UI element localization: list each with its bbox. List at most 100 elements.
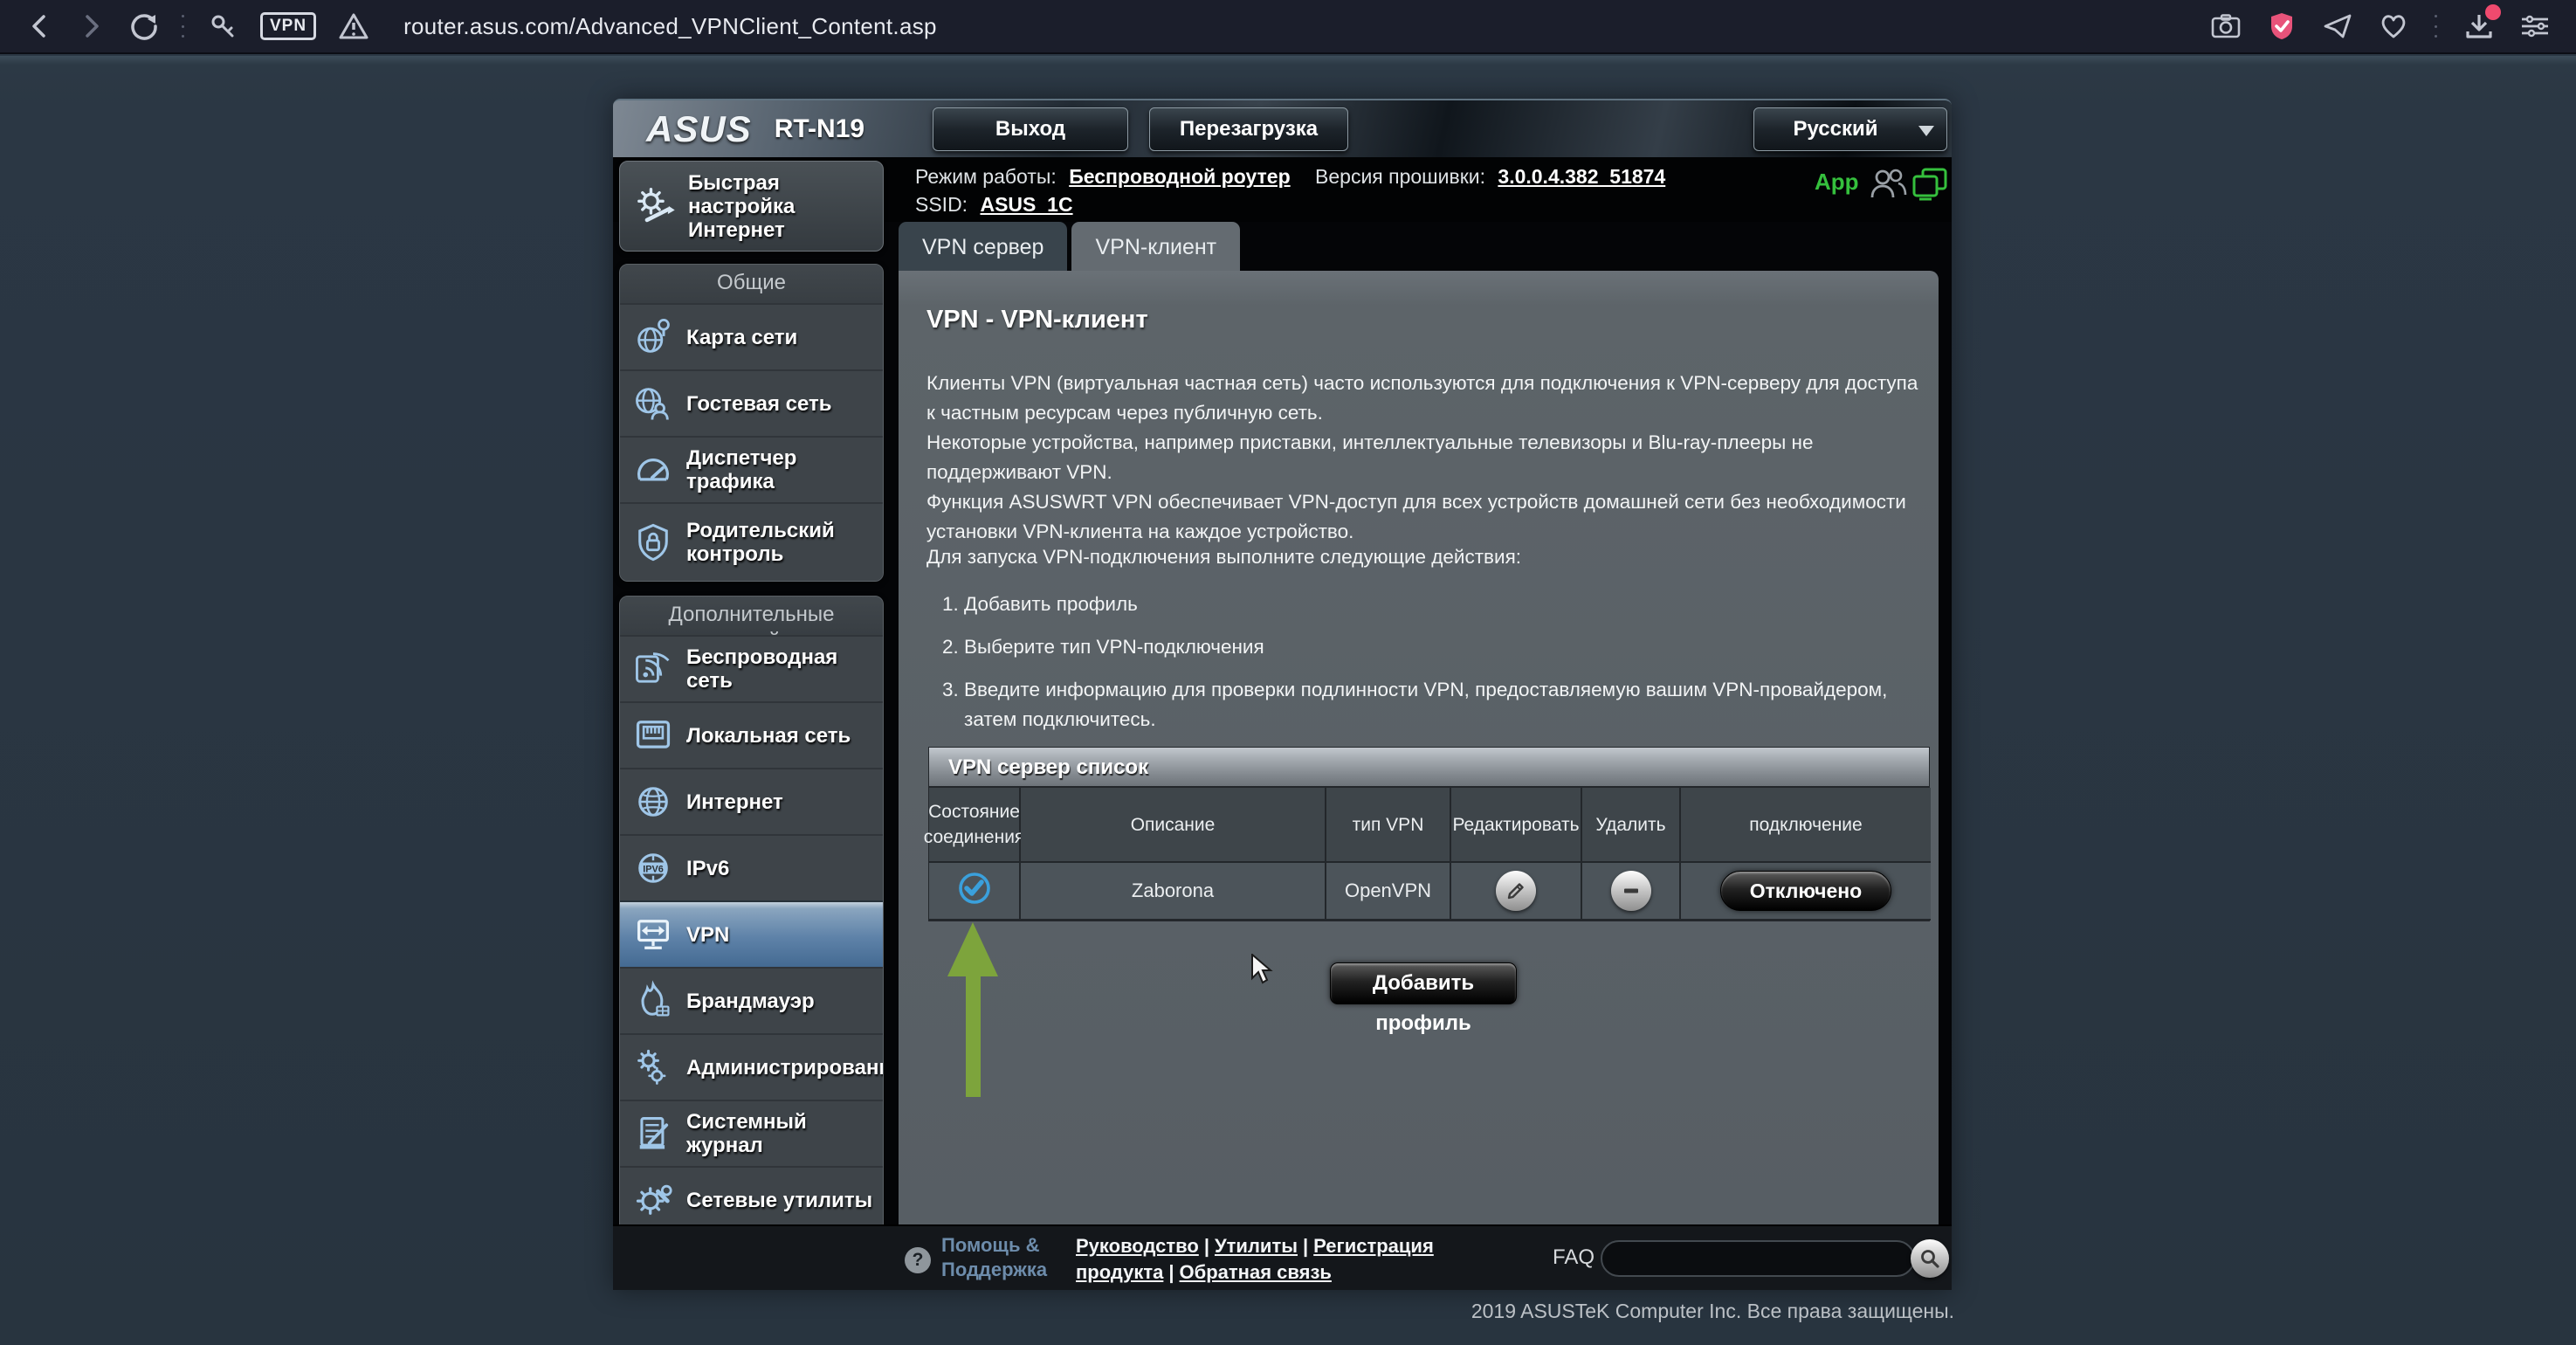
edit-button[interactable]	[1496, 871, 1536, 911]
sidebar-item-network-map[interactable]: Карта сети	[620, 303, 883, 369]
sidebar-item-label: Интернет	[686, 790, 783, 814]
add-profile-button[interactable]: Добавить профиль	[1330, 962, 1517, 1004]
delete-button[interactable]	[1611, 871, 1651, 911]
description-cell: Zaborona	[1021, 863, 1326, 921]
link-separator: |	[1168, 1261, 1174, 1283]
lan-icon	[630, 714, 676, 756]
sidebar-item-label: Быстрая настройка Интернет	[688, 171, 874, 242]
sidebar-section-advanced: Дополнительные настройки Беспроводная се…	[619, 596, 884, 1233]
vpn-tabs: VPN сервер VPN-клиент	[899, 222, 1240, 271]
sidebar-item-network-tools[interactable]: Сетевые утилиты	[620, 1166, 883, 1232]
sidebar-item-vpn[interactable]: VPN	[620, 900, 883, 967]
sidebar-item-label: VPN	[686, 923, 729, 947]
step-item: Добавить профиль	[964, 590, 1916, 619]
link-separator: |	[1303, 1235, 1308, 1257]
description-text: Клиенты VPN (виртуальная частная сеть) ч…	[926, 369, 1922, 547]
logout-button[interactable]: Выход	[933, 107, 1128, 151]
annotation-arrow-shaft	[966, 975, 981, 1097]
table-row: Zaborona OpenVPN	[929, 863, 1929, 921]
sidebar-item-ipv6[interactable]: IPV6 IPv6	[620, 834, 883, 900]
language-value: Русский	[1794, 117, 1878, 141]
chevron-down-icon	[1918, 126, 1934, 136]
site-key-icon[interactable]	[208, 11, 238, 41]
address-bar-url[interactable]: router.asus.com/Advanced_VPNClient_Conte…	[403, 13, 937, 40]
connection-toggle-button[interactable]: Отключено	[1720, 871, 1891, 911]
sidebar-item-label: Системный журнал	[686, 1110, 876, 1157]
sidebar-item-lan[interactable]: Локальная сеть	[620, 701, 883, 768]
annotation-arrow-icon	[947, 922, 998, 976]
sidebar-item-parental-control[interactable]: Родительский контроль	[620, 502, 883, 581]
sidebar-item-guest-network[interactable]: Гостевая сеть	[620, 369, 883, 436]
insecure-warning-icon[interactable]	[339, 11, 368, 41]
tab-vpn-server[interactable]: VPN сервер	[899, 222, 1067, 271]
back-icon[interactable]	[24, 11, 54, 41]
column-header-description: Описание	[1021, 788, 1326, 863]
sidebar-item-label: Карта сети	[686, 326, 797, 349]
sidebar-item-label: Беспроводная сеть	[686, 645, 876, 693]
sidebar-item-label: IPv6	[686, 857, 729, 880]
column-header-type: тип VPN	[1326, 788, 1451, 863]
faq-search-button[interactable]	[1911, 1239, 1949, 1278]
vpn-type-cell: OpenVPN	[1326, 863, 1451, 921]
language-select[interactable]: Русский	[1753, 107, 1947, 151]
guest-network-icon	[630, 383, 676, 424]
firmware-label: Версия прошивки:	[1315, 165, 1485, 188]
toolbar-divider	[182, 15, 185, 38]
link-utilities[interactable]: Утилиты	[1215, 1235, 1298, 1257]
vpn-server-list-table: VPN сервер список Состояние соединения О…	[928, 747, 1930, 921]
browser-toolbar: VPN router.asus.com/Advanced_VPNClient_C…	[0, 0, 2576, 54]
link-manual[interactable]: Руководство	[1076, 1235, 1199, 1257]
router-footer: ? Помощь & Поддержка Руководство|Утилиты…	[613, 1224, 1952, 1290]
clients-icon[interactable]	[1869, 166, 1909, 206]
firmware-value-link[interactable]: 3.0.0.4.382_51874	[1498, 165, 1665, 188]
vpn-icon	[630, 914, 676, 955]
page-background: ASUS RT-N19 Выход Перезагрузка Русский Р…	[0, 56, 2576, 1345]
sidebar-item-label: Диспетчер трафика	[686, 446, 876, 493]
downloads-icon[interactable]	[2464, 11, 2494, 41]
help-support-link[interactable]: Помощь & Поддержка	[941, 1233, 1047, 1282]
sidebar-item-internet[interactable]: Интернет	[620, 768, 883, 834]
toolbar-divider	[2435, 15, 2438, 38]
step-item: Введите информацию для проверки подлинно…	[964, 675, 1916, 735]
router-model: RT-N19	[775, 114, 864, 144]
mode-value-link[interactable]: Беспроводной роутер	[1069, 165, 1290, 188]
sidebar-item-system-log[interactable]: Системный журнал	[620, 1100, 883, 1166]
faq-search-input[interactable]	[1601, 1240, 1915, 1277]
app-link[interactable]: App	[1815, 169, 1859, 196]
column-header-delete: Удалить	[1582, 788, 1681, 863]
ssid-value-link[interactable]: ASUS_1C	[980, 193, 1072, 216]
delete-cell	[1582, 863, 1681, 921]
page-title: VPN - VPN-клиент	[926, 306, 1148, 335]
protect-shield-icon[interactable]	[2267, 11, 2297, 41]
sidebar-item-label: Локальная сеть	[686, 724, 851, 748]
sidebar-item-traffic-manager[interactable]: Диспетчер трафика	[620, 436, 883, 502]
sidebar-item-administration[interactable]: Администрирование	[620, 1033, 883, 1100]
table-title: VPN сервер список	[929, 748, 1929, 788]
network-map-icon	[630, 316, 676, 358]
forward-icon[interactable]	[77, 11, 107, 41]
section-title-general: Общие	[620, 265, 883, 303]
browser-settings-icon[interactable]	[2520, 11, 2550, 41]
sidebar-item-firewall[interactable]: Брандмауэр	[620, 967, 883, 1033]
info-line-ssid: SSID: ASUS_1C	[915, 193, 1092, 217]
screenshot-camera-icon[interactable]	[2211, 11, 2241, 41]
parental-control-icon	[630, 521, 676, 563]
asus-logo: ASUS	[646, 108, 752, 150]
reboot-button[interactable]: Перезагрузка	[1149, 107, 1348, 151]
bookmarks-heart-icon[interactable]	[2379, 11, 2408, 41]
share-send-icon[interactable]	[2323, 11, 2352, 41]
description-paragraph: Некоторые устройства, например приставки…	[926, 428, 1922, 487]
sidebar-item-quick-setup[interactable]: Быстрая настройка Интернет	[619, 161, 884, 252]
sidebar-item-label: Сетевые утилиты	[686, 1189, 872, 1212]
sidebar-item-label: Брандмауэр	[686, 990, 815, 1013]
vpn-extension-badge[interactable]: VPN	[260, 12, 316, 40]
svg-text:IPV6: IPV6	[643, 864, 664, 874]
copyright-text: 2019 ASUSTeK Computer Inc. Все права защ…	[1081, 1300, 1954, 1323]
tab-vpn-client[interactable]: VPN-клиент	[1071, 222, 1240, 271]
ssid-label: SSID:	[915, 193, 968, 216]
administration-gears-icon	[630, 1046, 676, 1088]
link-feedback[interactable]: Обратная связь	[1180, 1261, 1332, 1283]
connected-devices-icon[interactable]	[1911, 166, 1949, 208]
sidebar-item-wireless[interactable]: Беспроводная сеть	[620, 635, 883, 701]
reload-icon[interactable]	[129, 11, 159, 41]
